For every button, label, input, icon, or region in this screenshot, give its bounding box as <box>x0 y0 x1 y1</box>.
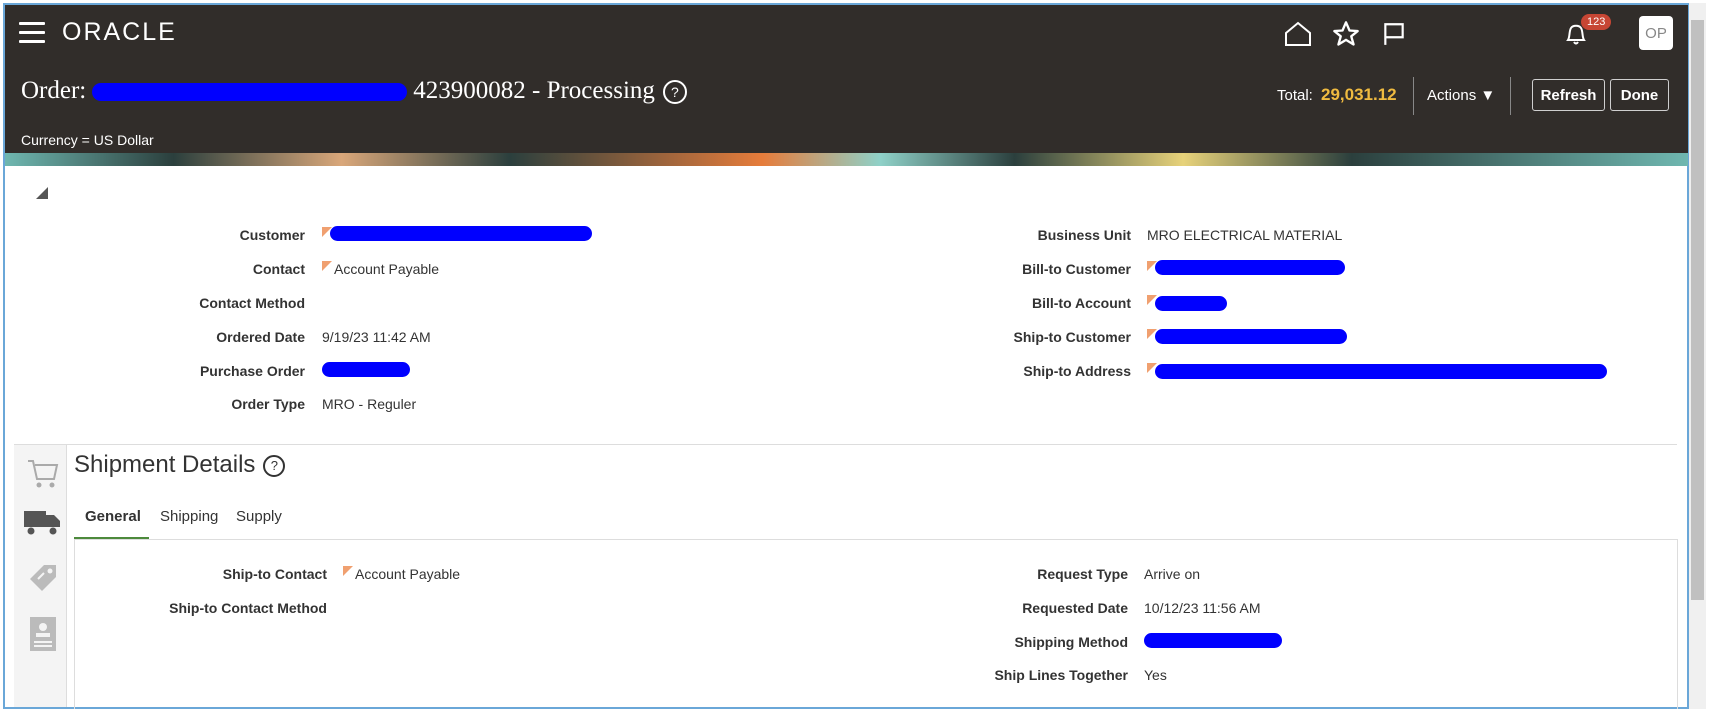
decorative-banner <box>5 153 1688 166</box>
redacted-customer-name <box>92 83 408 102</box>
contact-label: Contact <box>252 261 305 277</box>
ship-to-contact-value[interactable]: Account Payable <box>343 566 460 582</box>
shipping-method-label: Shipping Method <box>1014 634 1128 650</box>
request-type-label: Request Type <box>1037 566 1128 582</box>
notification-count-badge: 123 <box>1581 14 1612 30</box>
ship-to-contact-method-label: Ship-to Contact Method <box>169 600 327 616</box>
section-divider <box>14 444 1677 445</box>
title-order-status: 423900082 - Processing <box>413 77 655 104</box>
chevron-down-icon: ▼ <box>1480 87 1496 104</box>
favorites-star-icon[interactable] <box>1329 17 1363 51</box>
redacted-ship-to-address <box>1155 364 1607 379</box>
scrollbar-thumb[interactable] <box>1691 20 1704 600</box>
collapse-triangle-icon[interactable] <box>36 187 48 199</box>
tab-general[interactable]: General <box>85 508 141 525</box>
redacted-bill-to-account <box>1155 296 1227 311</box>
price-tag-icon[interactable] <box>26 561 60 601</box>
menu-icon[interactable] <box>19 22 45 44</box>
bill-to-customer-label: Bill-to Customer <box>1022 261 1131 277</box>
shipment-details-title: Shipment Details? <box>74 451 286 479</box>
help-icon[interactable]: ? <box>662 80 687 105</box>
purchase-order-label: Purchase Order <box>199 363 305 379</box>
redacted-customer <box>330 226 592 241</box>
request-type-value: Arrive on <box>1144 566 1201 582</box>
help-icon[interactable]: ? <box>263 454 286 477</box>
header-divider <box>1413 77 1414 115</box>
ship-to-address-label: Ship-to Address <box>1023 363 1131 379</box>
customer-label: Customer <box>239 227 305 243</box>
oracle-logo[interactable]: ORACLE <box>62 18 177 47</box>
home-icon[interactable] <box>1281 17 1315 51</box>
redacted-purchase-order <box>322 362 410 377</box>
requested-date-value: 10/12/23 11:56 AM <box>1144 600 1261 616</box>
ship-lines-together-label: Ship Lines Together <box>994 667 1128 683</box>
page-title: Order: 423900082 - Processing? <box>21 77 687 105</box>
business-unit-value: MRO ELECTRICAL MATERIAL <box>1147 227 1343 243</box>
redacted-bill-to-customer <box>1155 260 1345 275</box>
ordered-date-label: Ordered Date <box>216 329 305 345</box>
total-value: 29,031.12 <box>1321 85 1397 104</box>
total-label: Total: <box>1277 87 1313 104</box>
order-type-value: MRO - Reguler <box>322 396 417 412</box>
shopping-cart-icon[interactable] <box>26 455 60 495</box>
contact-card-icon[interactable] <box>26 615 60 655</box>
ship-to-contact-label: Ship-to Contact <box>222 566 327 582</box>
header-divider <box>1510 77 1511 115</box>
truck-icon[interactable] <box>22 503 60 543</box>
ship-to-customer-label: Ship-to Customer <box>1013 329 1131 345</box>
currency-label: Currency = US Dollar <box>21 132 154 148</box>
ship-lines-together-value: Yes <box>1144 667 1167 683</box>
title-prefix: Order: <box>21 77 87 104</box>
user-avatar[interactable]: OP <box>1639 16 1673 50</box>
order-type-label: Order Type <box>231 396 305 412</box>
side-panel <box>14 445 67 707</box>
contact-value[interactable]: Account Payable <box>322 261 439 277</box>
ordered-date-value: 9/19/23 11:42 AM <box>322 329 431 345</box>
actions-menu[interactable]: Actions ▼ <box>1427 87 1495 104</box>
redacted-shipping-method <box>1144 633 1282 648</box>
business-unit-label: Business Unit <box>1037 227 1131 243</box>
contact-method-label: Contact Method <box>199 295 305 311</box>
tab-supply[interactable]: Supply <box>236 508 282 525</box>
requested-date-label: Requested Date <box>1022 600 1128 616</box>
bill-to-account-label: Bill-to Account <box>1031 295 1131 311</box>
refresh-button[interactable]: Refresh <box>1532 79 1605 111</box>
flag-icon[interactable] <box>1377 17 1411 51</box>
general-tab-panel <box>74 539 1678 709</box>
done-button[interactable]: Done <box>1610 79 1669 111</box>
tab-shipping[interactable]: Shipping <box>160 508 218 525</box>
actions-label: Actions <box>1427 87 1477 104</box>
redacted-ship-to-customer <box>1155 329 1347 344</box>
page-header: ORACLE 123 OP Order: 423900082 - Processi… <box>5 5 1688 153</box>
